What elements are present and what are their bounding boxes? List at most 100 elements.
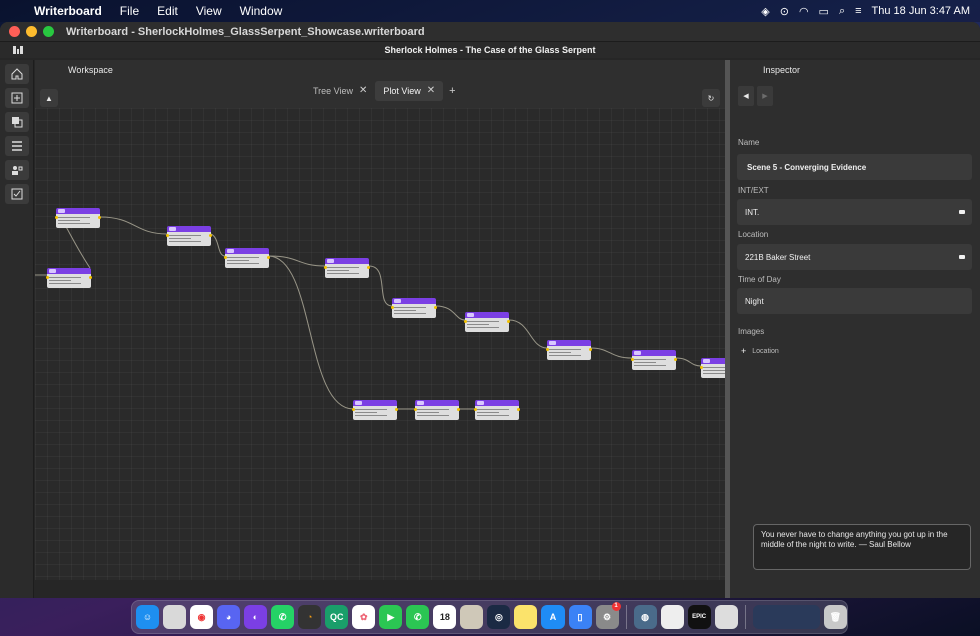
output-port[interactable]: [209, 234, 212, 237]
search-icon[interactable]: ⌕: [839, 5, 845, 18]
clock[interactable]: Thu 18 Jun 3:47 AM: [872, 5, 970, 17]
textedit-icon[interactable]: [660, 605, 684, 629]
output-port[interactable]: [434, 306, 437, 309]
output-port[interactable]: [674, 358, 677, 361]
qc-icon[interactable]: QC: [325, 605, 349, 629]
disk-icon[interactable]: ◍: [633, 605, 657, 629]
minimize-window-button[interactable]: [26, 26, 37, 37]
name-field[interactable]: Scene 5 - Converging Evidence: [737, 154, 972, 180]
output-port[interactable]: [457, 408, 460, 411]
intext-dropdown[interactable]: INT.: [737, 199, 972, 225]
output-port[interactable]: [517, 408, 520, 411]
discord-icon[interactable]: ◕: [217, 605, 241, 629]
scene-node[interactable]: [391, 298, 437, 318]
control-center-icon[interactable]: ≡: [855, 5, 861, 17]
appstore-icon[interactable]: A: [541, 605, 565, 629]
input-port[interactable]: [546, 348, 549, 351]
scene-node[interactable]: [224, 248, 270, 268]
scene-node[interactable]: [352, 400, 398, 420]
input-port[interactable]: [166, 234, 169, 237]
finder-icon[interactable]: ☺: [136, 605, 160, 629]
output-port[interactable]: [267, 256, 270, 259]
duplicate-button[interactable]: [5, 112, 29, 132]
input-port[interactable]: [464, 320, 467, 323]
calendar-icon[interactable]: 18: [433, 605, 457, 629]
plot-canvas[interactable]: [35, 108, 725, 580]
menu-app-name[interactable]: Writerboard: [34, 4, 102, 18]
home-button[interactable]: [5, 64, 29, 84]
scene-node[interactable]: [546, 340, 592, 360]
scene-node[interactable]: [46, 268, 92, 288]
blender-icon[interactable]: ◔: [298, 605, 322, 629]
tab-tree-view[interactable]: Tree View ✕: [305, 81, 375, 101]
scene-node[interactable]: [166, 226, 212, 246]
facetime-icon[interactable]: ▶: [379, 605, 403, 629]
input-port[interactable]: [46, 276, 49, 279]
epic-icon[interactable]: EPIC: [687, 605, 711, 629]
back-button[interactable]: ◀: [738, 86, 754, 106]
scene-node[interactable]: [324, 258, 370, 278]
media-icon[interactable]: ⊙: [780, 5, 789, 18]
github-icon[interactable]: ◐: [244, 605, 268, 629]
menu-edit[interactable]: Edit: [157, 4, 178, 18]
input-port[interactable]: [700, 366, 703, 369]
output-port[interactable]: [589, 348, 592, 351]
tab-plot-view[interactable]: Plot View ✕: [375, 81, 444, 101]
output-port[interactable]: [395, 408, 398, 411]
output-port[interactable]: [367, 266, 370, 269]
zoom-window-button[interactable]: [43, 26, 54, 37]
creative-cloud-icon[interactable]: ◈: [761, 5, 769, 18]
characters-button[interactable]: [5, 160, 29, 180]
trash-icon[interactable]: 🗑: [823, 605, 847, 629]
notes-icon[interactable]: [514, 605, 538, 629]
close-window-button[interactable]: [9, 26, 20, 37]
input-port[interactable]: [414, 408, 417, 411]
input-port[interactable]: [224, 256, 227, 259]
output-port[interactable]: [98, 216, 101, 219]
output-port[interactable]: [89, 276, 92, 279]
forward-button[interactable]: ▶: [757, 86, 773, 106]
scene-node[interactable]: [700, 358, 725, 378]
output-port[interactable]: [507, 320, 510, 323]
scene-node-body: [475, 406, 519, 420]
launchpad-icon[interactable]: [163, 605, 187, 629]
notes-button[interactable]: [5, 184, 29, 204]
refresh-button[interactable]: ↻: [702, 89, 720, 107]
menu-file[interactable]: File: [120, 4, 139, 18]
scene-node[interactable]: [464, 312, 510, 332]
battery-icon[interactable]: ▭: [819, 5, 829, 18]
scene-node[interactable]: [474, 400, 520, 420]
scene-node[interactable]: [55, 208, 101, 228]
close-tab-icon[interactable]: ✕: [359, 81, 367, 101]
wifi-icon[interactable]: ◠: [799, 5, 809, 18]
menu-window[interactable]: Window: [240, 4, 283, 18]
scene-node-header: [353, 400, 397, 406]
scene-node[interactable]: [414, 400, 460, 420]
input-port[interactable]: [352, 408, 355, 411]
scene-node[interactable]: [631, 350, 677, 370]
photos-icon[interactable]: ✿: [352, 605, 376, 629]
add-tab-button[interactable]: +: [449, 85, 455, 97]
close-tab-icon[interactable]: ✕: [427, 81, 435, 101]
preview-icon[interactable]: [460, 605, 484, 629]
simulator-icon[interactable]: ▯: [568, 605, 592, 629]
settings-icon[interactable]: ⚙ 1: [595, 602, 621, 629]
input-port[interactable]: [631, 358, 634, 361]
safari-icon[interactable]: ◎: [487, 605, 511, 629]
time-field[interactable]: Night: [737, 288, 972, 314]
collapse-button[interactable]: ▲: [40, 89, 58, 107]
list-button[interactable]: [5, 136, 29, 156]
menu-view[interactable]: View: [196, 4, 222, 18]
input-port[interactable]: [55, 216, 58, 219]
app-icon[interactable]: [714, 605, 738, 629]
whatsapp-icon[interactable]: ✆: [271, 605, 295, 629]
location-dropdown[interactable]: 221B Baker Street: [737, 244, 972, 270]
input-port[interactable]: [391, 306, 394, 309]
chrome-icon[interactable]: ◉: [190, 605, 214, 629]
phone-icon[interactable]: ✆: [406, 605, 430, 629]
add-location-button[interactable]: + Location: [741, 346, 779, 356]
screenshot-icon[interactable]: [752, 605, 820, 629]
input-port[interactable]: [474, 408, 477, 411]
input-port[interactable]: [324, 266, 327, 269]
add-node-button[interactable]: [5, 88, 29, 108]
